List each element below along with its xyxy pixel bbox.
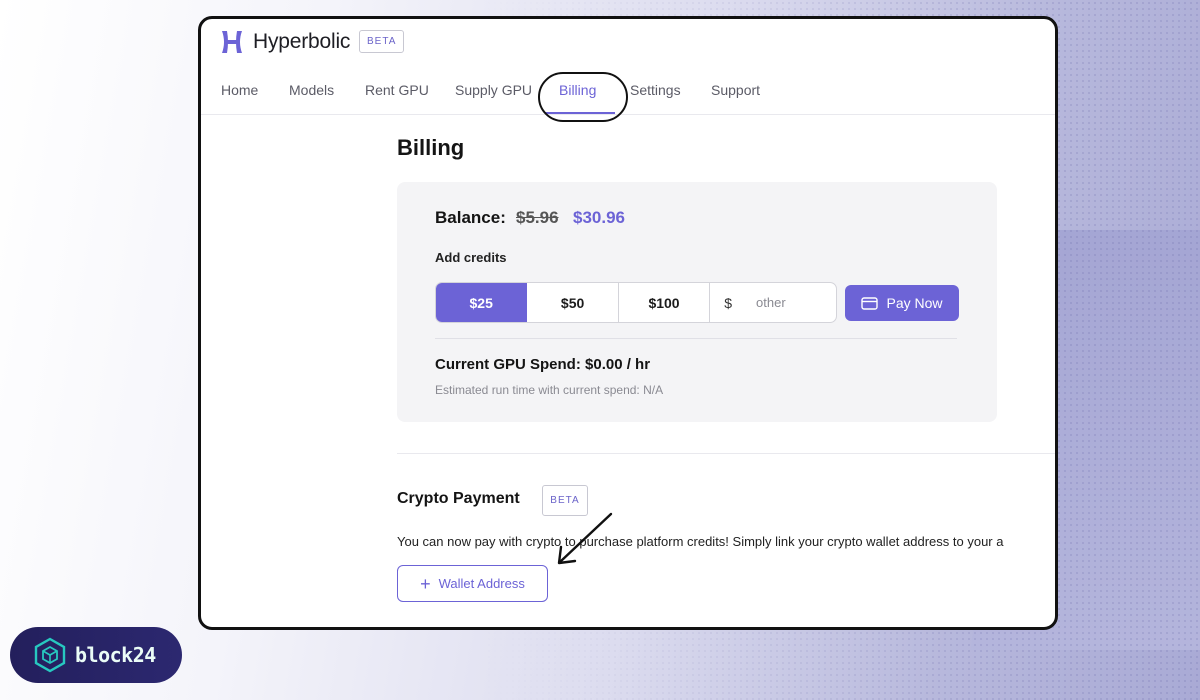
brand-name[interactable]: Hyperbolic <box>253 30 350 54</box>
pay-now-label: Pay Now <box>886 295 943 311</box>
billing-highlight-circle <box>538 72 628 122</box>
card-divider <box>435 338 957 339</box>
other-amount-input[interactable] <box>756 295 836 310</box>
watermark-text: block24 <box>75 643 156 667</box>
other-amount-field[interactable]: $ <box>710 283 836 322</box>
page-title: Billing <box>397 135 465 160</box>
dollar-prefix: $ <box>724 294 733 311</box>
nav-support[interactable]: Support <box>711 82 760 98</box>
balance-card: Balance: $5.96 $30.96 Add credits $25 $5… <box>397 182 997 422</box>
balance-label: Balance: <box>435 208 506 227</box>
runtime-estimate-text: Estimated run time with current spend: N… <box>435 383 664 397</box>
pay-now-button[interactable]: Pay Now <box>845 285 959 321</box>
crypto-payment-title: Crypto Payment <box>397 490 520 507</box>
amount-25-button[interactable]: $25 <box>436 283 528 322</box>
balance-old-value: $5.96 <box>516 208 559 227</box>
gpu-spend-text: Current GPU Spend: $0.00 / hr <box>435 356 651 373</box>
add-credits-label: Add credits <box>435 250 507 265</box>
nav-settings[interactable]: Settings <box>630 82 681 98</box>
crypto-description: You can now pay with crypto to purchase … <box>397 534 1004 549</box>
plus-icon: + <box>420 573 431 594</box>
app-window: Hyperbolic BETA Home Models Rent GPU Sup… <box>198 16 1058 630</box>
credit-card-icon <box>861 296 879 310</box>
nav-home[interactable]: Home <box>221 82 258 98</box>
top-navigation-bar: Hyperbolic BETA Home Models Rent GPU Sup… <box>201 19 1055 122</box>
nav-rent-gpu[interactable]: Rent GPU <box>365 82 429 98</box>
cube-logo-icon <box>34 637 66 673</box>
beta-badge: BETA <box>359 30 405 53</box>
annotation-arrow-icon <box>557 512 613 565</box>
nav-supply-gpu[interactable]: Supply GPU <box>455 82 532 98</box>
add-wallet-address-button[interactable]: + Wallet Address <box>397 565 548 602</box>
nav-models[interactable]: Models <box>289 82 334 98</box>
wallet-address-label: Wallet Address <box>438 576 525 591</box>
balance-new-value: $30.96 <box>573 208 625 227</box>
credit-amount-selector: $25 $50 $100 $ <box>435 282 837 323</box>
hyperbolic-logo-icon <box>222 31 242 53</box>
section-divider <box>397 453 1055 454</box>
amount-50-button[interactable]: $50 <box>527 283 619 322</box>
block24-watermark-badge: block24 <box>10 627 182 683</box>
amount-100-button[interactable]: $100 <box>619 283 711 322</box>
